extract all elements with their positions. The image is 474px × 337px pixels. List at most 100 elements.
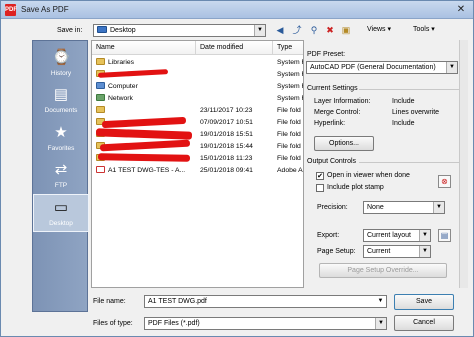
file-type-cell: File fold bbox=[277, 105, 303, 117]
window-title: Save As PDF bbox=[21, 5, 69, 14]
plot-stamp-settings-icon[interactable]: ⊗ bbox=[438, 175, 451, 188]
pdf-icon: PDF bbox=[5, 4, 17, 16]
options-scrollbar[interactable] bbox=[459, 40, 468, 288]
file-type-text: File fold bbox=[277, 107, 301, 114]
search-icon[interactable]: ⚲ bbox=[307, 23, 321, 37]
place-ftp[interactable]: ⇄ FTP bbox=[33, 157, 89, 195]
file-row[interactable]: Network System F bbox=[92, 93, 303, 105]
pdf-preset-dropdown[interactable]: AutoCAD PDF (General Documentation) ▼ bbox=[306, 61, 458, 74]
file-name-cell bbox=[96, 105, 194, 117]
page-setup-override-button[interactable]: Page Setup Override... bbox=[319, 263, 447, 278]
file-type-cell: System F bbox=[277, 69, 304, 81]
library-icon bbox=[96, 58, 105, 65]
setting-value: Include bbox=[392, 120, 415, 127]
new-folder-icon[interactable]: ▣ bbox=[339, 23, 353, 37]
file-date-cell: 15/01/2018 11:23 bbox=[200, 153, 273, 165]
page-setup-value: Current bbox=[367, 248, 391, 255]
file-type-text: File fold bbox=[277, 143, 301, 150]
file-row[interactable]: Computer System F bbox=[92, 81, 303, 93]
file-date-text: 19/01/2018 15:51 bbox=[200, 131, 253, 138]
tools-menu[interactable]: Tools ▾ bbox=[413, 25, 435, 33]
place-history[interactable]: ⌚ History bbox=[33, 45, 89, 83]
file-type-dropdown[interactable]: PDF Files (*.pdf) ▼ bbox=[144, 317, 387, 330]
chevron-down-icon: ▾ bbox=[431, 26, 435, 33]
column-header-name[interactable]: Name bbox=[92, 41, 196, 55]
documents-icon: ▤ bbox=[53, 86, 69, 103]
file-type-cell: File fold bbox=[277, 129, 303, 141]
file-row[interactable]: Libraries System F bbox=[92, 57, 303, 69]
include-plot-stamp-label: Include plot stamp bbox=[327, 184, 384, 191]
tools-label: Tools bbox=[413, 26, 430, 33]
file-date-cell: 19/01/2018 15:44 bbox=[200, 141, 273, 153]
precision-value: None bbox=[367, 204, 384, 211]
save-button[interactable]: Save bbox=[394, 294, 454, 310]
export-label: Export: bbox=[317, 232, 340, 239]
folder-icon bbox=[97, 26, 107, 33]
file-name-text: Libraries bbox=[108, 59, 135, 66]
place-desktop[interactable]: ▭ Desktop bbox=[33, 194, 89, 232]
place-documents[interactable]: ▤ Documents bbox=[33, 82, 89, 120]
file-name-text: A1 TEST DWG-TES - A... bbox=[108, 167, 186, 174]
file-date-cell: 23/11/2017 10:23 bbox=[200, 105, 273, 117]
up-folder-icon[interactable]: ⤴ bbox=[290, 23, 304, 37]
file-date-text: 07/09/2017 10:51 bbox=[200, 119, 253, 126]
file-type-text: File fold bbox=[277, 155, 301, 162]
file-name-cell: Libraries bbox=[96, 57, 194, 69]
file-type-text: File fold bbox=[277, 131, 301, 138]
place-label: FTP bbox=[54, 182, 68, 189]
file-row[interactable]: 23/11/2017 10:23 File fold bbox=[92, 105, 303, 117]
include-plot-stamp-checkbox[interactable] bbox=[316, 184, 324, 192]
computer-icon bbox=[96, 82, 105, 89]
page-setup-dropdown[interactable]: Current ▼ bbox=[363, 245, 431, 258]
chevron-down-icon: ▼ bbox=[419, 230, 430, 241]
divider bbox=[359, 89, 459, 90]
precision-label: Precision: bbox=[317, 204, 348, 211]
file-type-text: Adobe A bbox=[277, 167, 303, 174]
file-name-input[interactable]: A1 TEST DWG.pdf ▼ bbox=[144, 295, 387, 308]
chevron-down-icon: ▼ bbox=[375, 318, 386, 329]
current-settings-heading: Current Settings bbox=[307, 85, 358, 92]
precision-dropdown[interactable]: None ▼ bbox=[363, 201, 445, 214]
file-name-text: Network bbox=[108, 95, 133, 102]
file-type-cell: System F bbox=[277, 57, 303, 69]
pdf-preset-label: PDF Preset: bbox=[307, 51, 346, 58]
file-type-text: File fold bbox=[277, 119, 301, 126]
setting-key: Layer Information: bbox=[314, 98, 371, 105]
file-type-cell: System F bbox=[277, 93, 303, 105]
file-type-label: Files of type: bbox=[93, 320, 133, 327]
chevron-down-icon: ▼ bbox=[446, 62, 457, 73]
views-menu[interactable]: Views ▾ bbox=[367, 25, 391, 33]
file-date-text: 23/11/2017 10:23 bbox=[200, 107, 253, 114]
export-dropdown[interactable]: Current layout ▼ bbox=[363, 229, 431, 242]
file-type-text: System F bbox=[277, 71, 304, 78]
file-row[interactable]: A1 TEST DWG-TES - A... 25/01/2018 09:41 Ad… bbox=[92, 165, 303, 177]
file-date-text: 15/01/2018 11:23 bbox=[200, 155, 253, 162]
column-label: Name bbox=[96, 44, 115, 51]
back-icon[interactable]: ◀ bbox=[273, 23, 287, 37]
file-list[interactable]: Name Date modified Type Libraries System … bbox=[91, 40, 304, 288]
cancel-button[interactable]: Cancel bbox=[394, 315, 454, 331]
export-options-icon[interactable]: ▤ bbox=[438, 229, 451, 242]
save-in-label: Save in: bbox=[57, 27, 83, 34]
place-label: History bbox=[50, 70, 72, 77]
output-controls-heading: Output Controls bbox=[307, 158, 357, 165]
save-in-dropdown[interactable]: Desktop ▼ bbox=[93, 24, 266, 37]
close-icon[interactable]: ✕ bbox=[453, 3, 469, 16]
options-button[interactable]: Options... bbox=[314, 136, 374, 151]
network-icon bbox=[96, 94, 105, 101]
title-bar: PDF Save As PDF ✕ bbox=[1, 1, 473, 19]
save-as-pdf-dialog: PDF Save As PDF ✕ Save in: Desktop ▼ ◀ ⤴… bbox=[0, 0, 474, 337]
divider bbox=[359, 162, 459, 163]
delete-icon[interactable]: ✖ bbox=[323, 23, 337, 37]
column-header-type[interactable]: Type bbox=[273, 41, 303, 55]
file-type-cell: System F bbox=[277, 81, 303, 93]
chevron-down-icon: ▼ bbox=[419, 246, 430, 257]
setting-value: Include bbox=[392, 98, 415, 105]
setting-key: Hyperlink: bbox=[314, 120, 346, 127]
file-date-cell: 19/01/2018 15:51 bbox=[200, 129, 273, 141]
open-in-viewer-checkbox[interactable]: ✔ bbox=[316, 172, 324, 180]
column-header-date[interactable]: Date modified bbox=[196, 41, 273, 55]
ftp-icon: ⇄ bbox=[54, 161, 68, 178]
open-in-viewer-label: Open in viewer when done bbox=[327, 172, 410, 179]
place-favorites[interactable]: ★ Favorites bbox=[33, 120, 89, 158]
